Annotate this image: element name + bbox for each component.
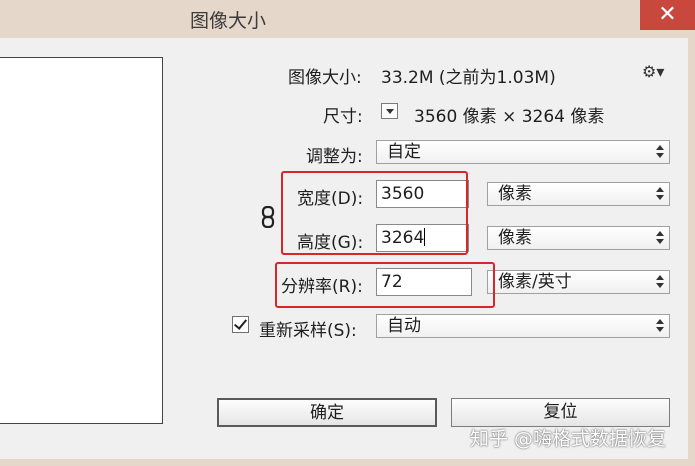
resample-checkbox[interactable] [232, 316, 249, 333]
dimensions-dropdown[interactable] [381, 103, 398, 119]
dimensions-value: 3560 像素 × 3264 像素 [414, 107, 605, 127]
link-chain-icon[interactable] [261, 206, 275, 228]
window-frame-right [688, 38, 695, 466]
resample-select[interactable]: 自动 [376, 314, 670, 338]
select-arrows-icon [656, 231, 664, 245]
ok-button-label: 确定 [310, 403, 344, 423]
highlight-box-resolution [275, 262, 495, 308]
width-unit-value: 像素 [498, 184, 532, 204]
ok-button[interactable]: 确定 [217, 398, 437, 427]
fit-to-select[interactable]: 自定 [376, 140, 670, 164]
dimensions-label: 尺寸: [323, 107, 363, 127]
image-preview[interactable] [0, 57, 163, 424]
resolution-unit-value: 像素/英寸 [498, 272, 572, 292]
select-arrows-icon [656, 187, 664, 201]
highlight-box-dimensions [281, 171, 468, 255]
gear-icon[interactable]: ⚙▾ [642, 62, 664, 81]
reset-button-label: 复位 [543, 402, 578, 422]
width-unit-select[interactable]: 像素 [487, 182, 670, 206]
close-button[interactable]: ✕ [640, 0, 695, 30]
reset-button[interactable]: 复位 [451, 398, 670, 427]
height-unit-value: 像素 [498, 228, 532, 248]
fit-to-label: 调整为: [306, 147, 363, 167]
title-bar[interactable]: 图像大小 ✕ [0, 0, 695, 38]
close-icon: ✕ [658, 2, 677, 27]
image-size-dialog: 图像大小 ✕ 图像大小: 33.2M (之前为1.03M) ⚙▾ 尺寸: 356… [0, 0, 695, 466]
image-size-label: 图像大小: [288, 68, 362, 88]
select-arrows-icon [656, 319, 664, 333]
resample-label: 重新采样(S): [259, 321, 357, 341]
resolution-unit-select[interactable]: 像素/英寸 [487, 270, 670, 294]
window-frame-bottom [0, 459, 695, 466]
resample-value: 自动 [387, 316, 421, 336]
watermark: 知乎 @嗨格式数据恢复 [470, 428, 667, 450]
dialog-title: 图像大小 [190, 10, 267, 32]
height-unit-select[interactable]: 像素 [487, 226, 670, 250]
select-arrows-icon [656, 145, 664, 159]
select-arrows-icon [656, 275, 664, 289]
fit-to-value: 自定 [387, 142, 421, 162]
image-size-value: 33.2M (之前为1.03M) [381, 68, 556, 88]
